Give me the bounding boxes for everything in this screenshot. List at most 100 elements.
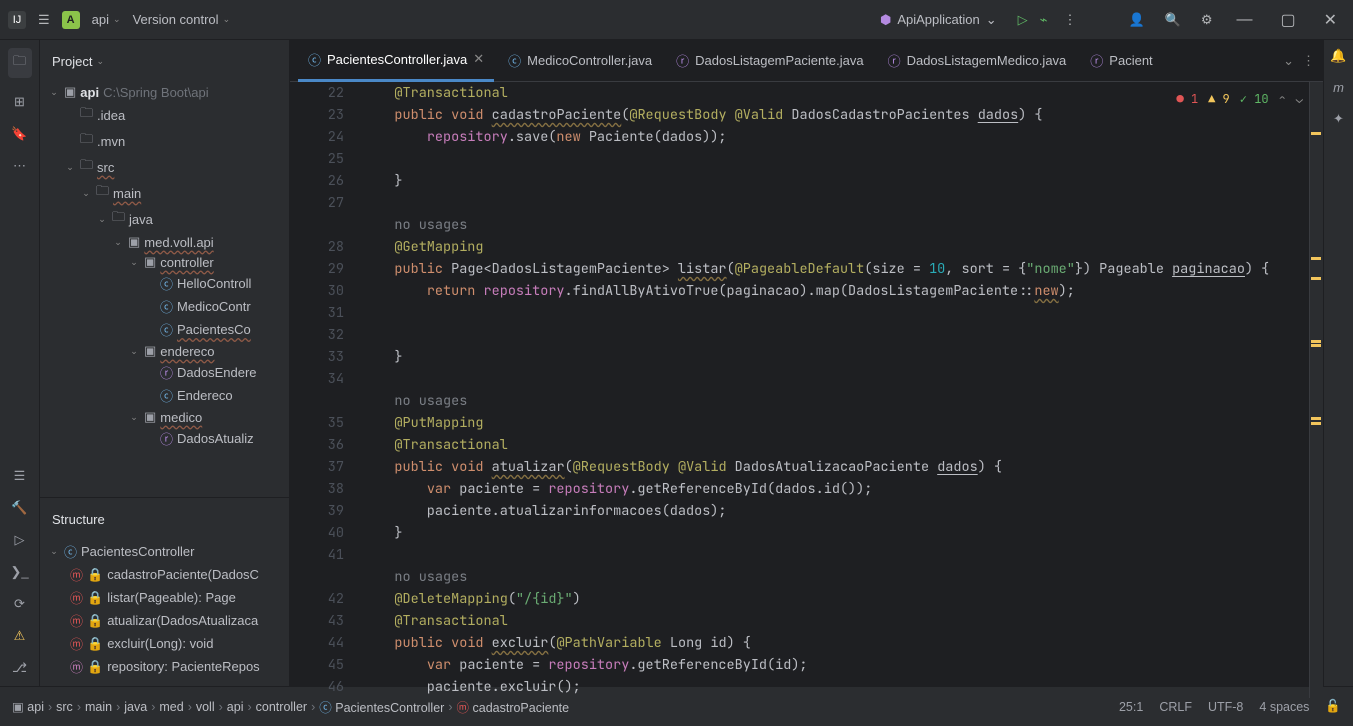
tree-item[interactable]: ⌄▣medico	[44, 407, 285, 427]
breadcrumb-item[interactable]: voll	[196, 700, 215, 714]
problems-tool-icon[interactable]: ⚠	[8, 628, 32, 644]
editor-tab[interactable]: ⓒMedicoController.java	[498, 40, 662, 82]
vcs-label: Version control	[133, 12, 219, 27]
tree-item[interactable]: ⌄▣med.voll.api	[44, 232, 285, 252]
main-menu-icon[interactable]: ☰	[38, 12, 50, 28]
chevron-down-icon: ⌄	[986, 12, 997, 28]
structure-item[interactable]: ⓜ🔒atualizar(DadosAtualizaca	[44, 609, 285, 632]
tree-item[interactable]: ⌄🗀java	[44, 206, 285, 232]
left-tool-strip: 🗀 ⊞ 🔖 ⋯ ☰ 🔨 ▷ ❯_ ⟳ ⚠ ⎇	[0, 40, 40, 686]
side-panel: Project ⌄ ⌄ ▣ api C:\Spring Boot\api 🗀.i…	[40, 40, 290, 686]
tree-item[interactable]: 🗀.idea	[44, 102, 285, 128]
breadcrumb-item[interactable]: java	[124, 700, 147, 714]
breadcrumb-item[interactable]: ⓜ cadastroPaciente	[457, 697, 570, 716]
structure-tool-icon[interactable]: ⊞	[8, 94, 32, 110]
structure-item[interactable]: ⓜ🔒listar(Pageable): Page	[44, 586, 285, 609]
chevron-down-icon: ⌄	[113, 14, 121, 25]
editor-tab[interactable]: ⓡDadosListagemMedico.java	[878, 40, 1077, 82]
close-button[interactable]: ✕	[1316, 10, 1345, 30]
file-encoding[interactable]: UTF-8	[1208, 700, 1243, 714]
file-icon: ⓒ	[508, 51, 521, 70]
run-button[interactable]: ▷	[1018, 12, 1028, 28]
right-tool-strip: 🔔 m ✦	[1323, 40, 1353, 686]
vcs-dropdown[interactable]: Version control ⌄	[133, 12, 231, 27]
error-count: ● 1	[1177, 88, 1199, 110]
breadcrumb-item[interactable]: ▣ api	[12, 699, 44, 714]
editor-tab[interactable]: ⓡPacient	[1080, 40, 1162, 82]
tree-item[interactable]: ⌄▣controller	[44, 252, 285, 272]
breadcrumb-item[interactable]: ⓒ PacientesController	[319, 697, 444, 716]
inspection-summary[interactable]: ● 1 ▲ 9 ✓ 10 ⌃ ⌄	[1177, 88, 1303, 110]
tree-item[interactable]: ⓒEndereco	[44, 384, 285, 407]
tree-item[interactable]: ⌄🗀src	[44, 154, 285, 180]
editor-tab[interactable]: ⓒPacientesController.java✕	[298, 40, 494, 82]
line-gutter[interactable]: 2223242526272829303132333435363738394041…	[290, 82, 362, 698]
project-tree[interactable]: ⌄ ▣ api C:\Spring Boot\api 🗀.idea 🗀.mvn⌄…	[40, 82, 289, 497]
services-tool-icon[interactable]: ⟳	[8, 596, 32, 612]
typo-count: ✓ 10	[1240, 88, 1269, 110]
run-config-dropdown[interactable]: ⬢ ApiApplication ⌄	[871, 8, 1006, 32]
more-tool-icon[interactable]: ⋯	[8, 158, 32, 174]
breadcrumb-item[interactable]: api	[227, 700, 244, 714]
editor-area: ⓒPacientesController.java✕ⓒMedicoControl…	[290, 40, 1323, 686]
tab-dropdown-icon[interactable]: ⌄	[1283, 53, 1294, 69]
readonly-icon[interactable]: 🔓	[1325, 699, 1341, 714]
breadcrumb-item[interactable]: src	[56, 700, 73, 714]
structure-panel-header[interactable]: Structure	[40, 498, 289, 540]
structure-tree[interactable]: ⌄ ⓒ PacientesController ⓜ🔒cadastroPacien…	[40, 540, 289, 686]
tree-item[interactable]: ⓒMedicoContr	[44, 295, 285, 318]
minimize-button[interactable]: —	[1228, 11, 1260, 29]
breadcrumbs[interactable]: ▣ api›src›main›java›med›voll›api›control…	[12, 697, 569, 716]
code-content[interactable]: @Transactional public void cadastroPacie…	[362, 82, 1309, 698]
structure-item[interactable]: ⓜ🔒cadastroPaciente(DadosC	[44, 563, 285, 586]
tree-item[interactable]: ⓒHelloControll	[44, 272, 285, 295]
chevron-down-icon: ⌄	[96, 56, 104, 67]
project-panel-header[interactable]: Project ⌄	[40, 40, 289, 82]
breadcrumb-item[interactable]: controller	[256, 700, 307, 714]
maximize-button[interactable]: ▢	[1272, 10, 1303, 30]
maven-icon[interactable]: m	[1327, 80, 1351, 95]
bookmarks-tool-icon[interactable]: 🔖	[8, 126, 32, 142]
file-icon: ⓡ	[676, 51, 689, 70]
tab-more-icon[interactable]: ⋮	[1302, 53, 1315, 69]
project-name: api	[92, 12, 109, 27]
marker-stripe[interactable]	[1309, 82, 1323, 698]
tree-item[interactable]: ⌄🗀main	[44, 180, 285, 206]
terminal-tool-icon[interactable]: ❯_	[8, 564, 32, 580]
tree-item[interactable]: ⓡDadosAtualiz	[44, 427, 285, 450]
structure-item[interactable]: ⓜ🔒repository: PacienteRepos	[44, 655, 285, 678]
line-separator[interactable]: CRLF	[1159, 700, 1192, 714]
indent-info[interactable]: 4 spaces	[1259, 700, 1309, 714]
intention-bulb-icon[interactable]: 💡	[362, 126, 363, 148]
breadcrumb-item[interactable]: med	[159, 700, 183, 714]
search-icon[interactable]: 🔍	[1161, 8, 1185, 32]
titlebar: IJ ☰ A api ⌄ Version control ⌄ ⬢ ApiAppl…	[0, 0, 1353, 40]
tree-item[interactable]: ⓒPacientesCo	[44, 318, 285, 341]
debug-button[interactable]: ⌁	[1040, 12, 1048, 28]
notifications-icon[interactable]: 🔔	[1327, 48, 1351, 64]
close-tab-icon[interactable]: ✕	[473, 51, 484, 67]
structure-panel-title: Structure	[52, 512, 105, 527]
tree-item[interactable]: ⌄▣endereco	[44, 341, 285, 361]
project-panel-title: Project	[52, 54, 92, 69]
git-tool-icon[interactable]: ⎇	[8, 660, 32, 676]
tree-item[interactable]: 🗀.mvn	[44, 128, 285, 154]
code-editor[interactable]: ● 1 ▲ 9 ✓ 10 ⌃ ⌄ 22232425262728293031323…	[290, 82, 1323, 698]
caret-position[interactable]: 25:1	[1119, 700, 1143, 714]
tree-item[interactable]: ⓡDadosEndere	[44, 361, 285, 384]
project-badge: A	[62, 11, 80, 29]
project-dropdown[interactable]: api ⌄	[92, 12, 121, 27]
more-actions-icon[interactable]: ⋮	[1059, 8, 1080, 32]
code-with-me-icon[interactable]: 👤	[1124, 8, 1148, 32]
editor-tab[interactable]: ⓡDadosListagemPaciente.java	[666, 40, 873, 82]
build-tool-icon[interactable]: 🔨	[8, 500, 32, 516]
file-icon: ⓡ	[888, 51, 901, 70]
run-tool-icon[interactable]: ▷	[8, 532, 32, 548]
todo-tool-icon[interactable]: ☰	[8, 468, 32, 484]
ai-assistant-icon[interactable]: ✦	[1327, 111, 1351, 127]
structure-item[interactable]: ⓜ🔒excluir(Long): void	[44, 632, 285, 655]
project-tool-icon[interactable]: 🗀	[8, 48, 32, 78]
settings-icon[interactable]: ⚙	[1197, 8, 1217, 32]
breadcrumb-item[interactable]: main	[85, 700, 112, 714]
chevron-down-icon: ⌄	[223, 14, 231, 25]
